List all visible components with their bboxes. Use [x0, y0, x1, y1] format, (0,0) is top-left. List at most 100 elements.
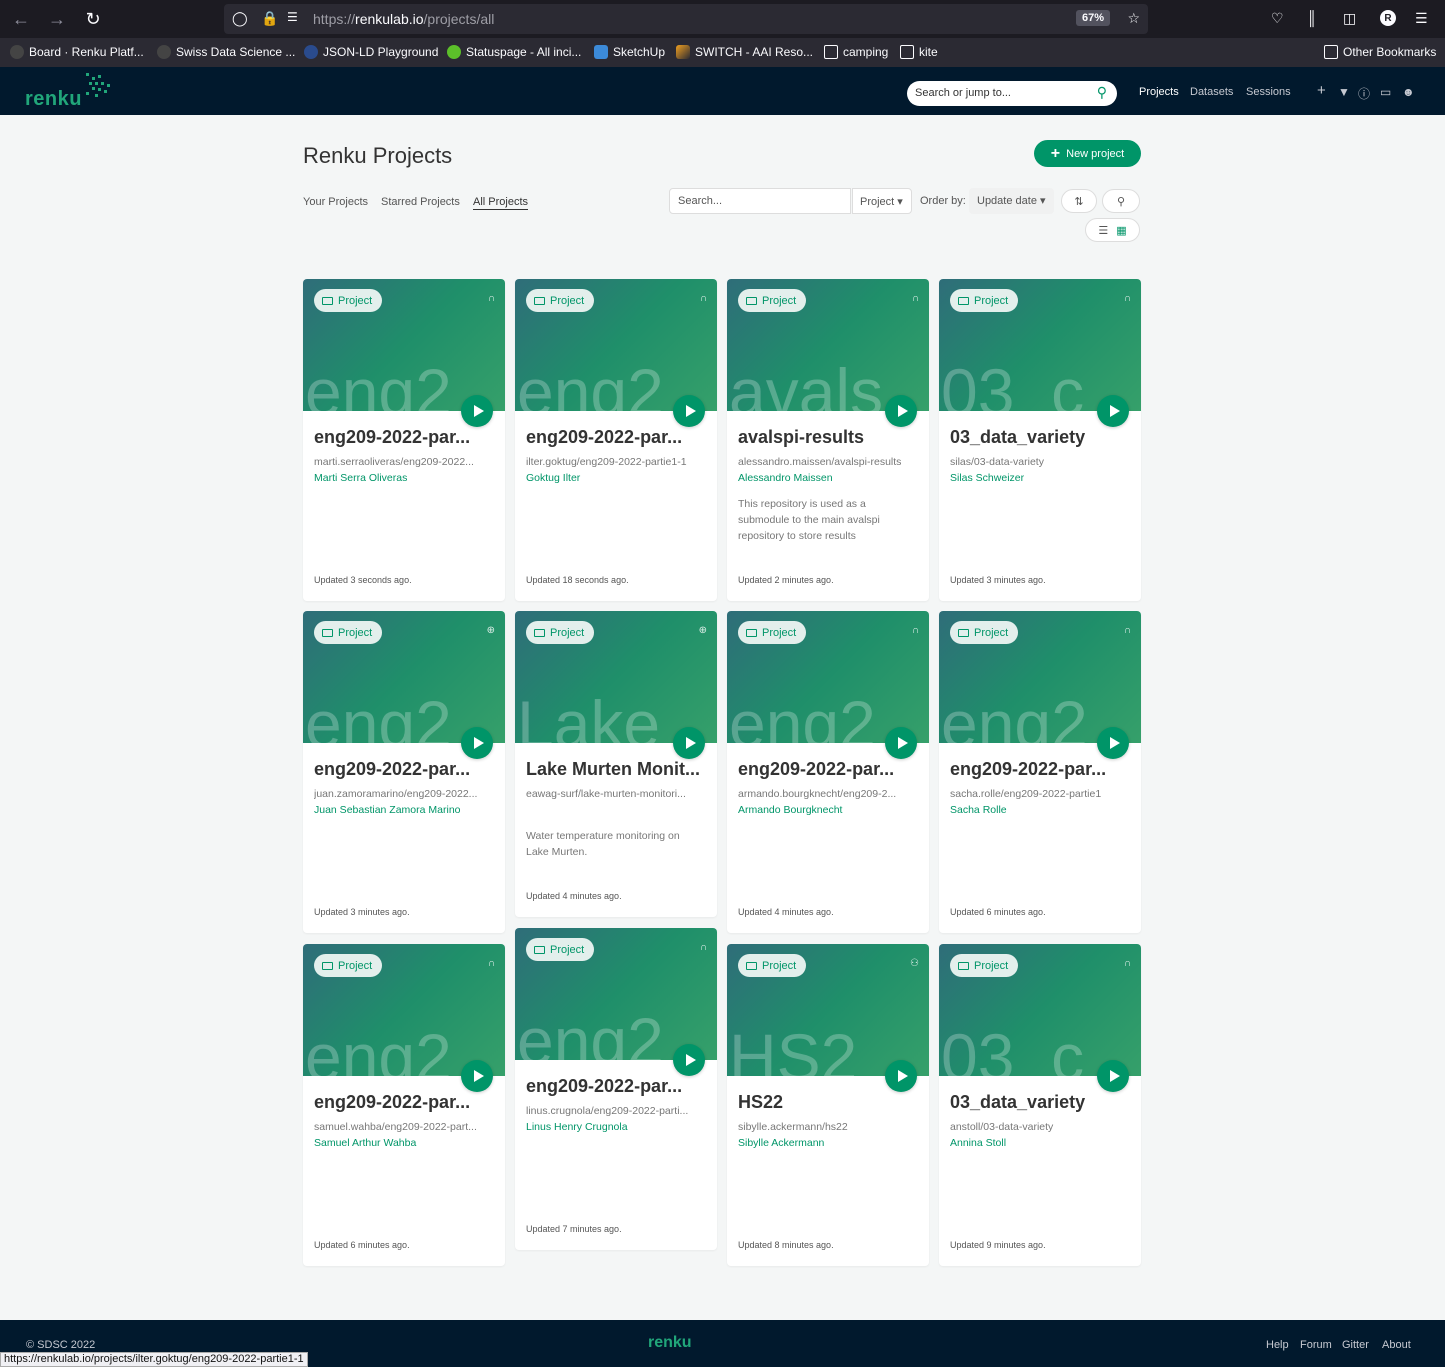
- project-card[interactable]: HS2 Project ⚇ HS22 sibylle.ackermann/hs22 Sib…: [727, 944, 929, 1266]
- sidebar-icon[interactable]: ◫: [1343, 10, 1356, 27]
- project-card[interactable]: eng2 Project ∩ eng209-2022-par... ilter.gokt…: [515, 279, 717, 601]
- reload-icon[interactable]: ↻: [82, 8, 104, 30]
- project-title[interactable]: eng209-2022-par...: [314, 427, 494, 448]
- start-session-button[interactable]: [1097, 395, 1129, 427]
- project-title[interactable]: Lake Murten Monit...: [526, 759, 706, 780]
- bookmark-item[interactable]: Board · Renku Platf...: [10, 45, 144, 59]
- tab-all-projects[interactable]: All Projects: [473, 196, 529, 210]
- grid-view-icon[interactable]: ▦: [1116, 224, 1126, 237]
- header-search-input[interactable]: Search or jump to... ⚲: [907, 81, 1117, 106]
- project-card[interactable]: eng2 Project ∩ eng209-2022-par... armando.bo…: [727, 611, 929, 933]
- start-session-button[interactable]: [673, 727, 705, 759]
- footer-link-forum[interactable]: Forum: [1300, 1339, 1332, 1351]
- bookmark-star-icon[interactable]: ☆: [1127, 10, 1140, 27]
- start-session-button[interactable]: [461, 1060, 493, 1092]
- project-owner[interactable]: Samuel Arthur Wahba: [314, 1137, 416, 1149]
- new-project-button[interactable]: + New project: [1034, 140, 1141, 167]
- list-view-icon[interactable]: ☰: [1098, 224, 1108, 237]
- start-session-button[interactable]: [461, 395, 493, 427]
- project-owner[interactable]: Goktug Ilter: [526, 472, 580, 484]
- project-card[interactable]: eng2 Project ∩ eng209-2022-par... sacha.roll…: [939, 611, 1141, 933]
- project-title[interactable]: eng209-2022-par...: [738, 759, 918, 780]
- project-title[interactable]: eng209-2022-par...: [526, 1076, 706, 1097]
- bookmark-item[interactable]: JSON-LD Playground: [304, 45, 438, 59]
- hamburger-menu-icon[interactable]: ☰: [1415, 10, 1428, 27]
- account-avatar[interactable]: R: [1380, 10, 1396, 26]
- search-icon[interactable]: ⚲: [1097, 84, 1107, 101]
- nav-datasets[interactable]: Datasets: [1190, 86, 1233, 98]
- project-title[interactable]: HS22: [738, 1092, 918, 1113]
- tab-starred-projects[interactable]: Starred Projects: [381, 196, 460, 208]
- project-search-input[interactable]: Search...: [669, 188, 851, 214]
- bookmark-item[interactable]: SketchUp: [594, 45, 665, 59]
- start-session-button[interactable]: [1097, 727, 1129, 759]
- bookmark-item[interactable]: Swiss Data Science ...: [157, 45, 295, 59]
- project-title[interactable]: eng209-2022-par...: [314, 1092, 494, 1113]
- start-session-button[interactable]: [1097, 1060, 1129, 1092]
- start-session-button[interactable]: [461, 727, 493, 759]
- other-bookmarks[interactable]: Other Bookmarks: [1324, 45, 1436, 59]
- bookmark-item[interactable]: kite: [900, 45, 938, 59]
- project-updated: Updated 7 minutes ago.: [526, 1224, 622, 1234]
- sort-direction-button[interactable]: ⇅: [1061, 189, 1097, 213]
- tab-your-projects[interactable]: Your Projects: [303, 196, 368, 208]
- renku-logo[interactable]: renku: [25, 73, 112, 111]
- start-session-button[interactable]: [885, 727, 917, 759]
- bookmark-item[interactable]: camping: [824, 45, 888, 59]
- start-session-button[interactable]: [885, 1060, 917, 1092]
- footer-link-help[interactable]: Help: [1266, 1339, 1289, 1351]
- gitlab-icon[interactable]: ▼: [1338, 85, 1350, 99]
- permissions-icon[interactable]: ☰: [287, 10, 298, 24]
- project-card[interactable]: eng2 Project ∩ eng209-2022-par... marti.serr…: [303, 279, 505, 601]
- back-arrow-icon[interactable]: ←: [10, 8, 32, 30]
- help-icon[interactable]: ⓘ: [1358, 85, 1370, 102]
- project-owner[interactable]: Sacha Rolle: [950, 804, 1007, 816]
- pocket-icon[interactable]: ♡: [1271, 10, 1284, 27]
- nav-sessions[interactable]: Sessions: [1246, 86, 1291, 98]
- search-in-dropdown[interactable]: Project ▾: [852, 188, 912, 214]
- project-card[interactable]: avals Project ∩ avalspi-results alessandro.m…: [727, 279, 929, 601]
- project-owner[interactable]: Marti Serra Oliveras: [314, 472, 407, 484]
- project-title[interactable]: eng209-2022-par...: [526, 427, 706, 448]
- project-owner[interactable]: Sibylle Ackermann: [738, 1137, 824, 1149]
- forward-arrow-icon[interactable]: →: [46, 8, 68, 30]
- footer-logo[interactable]: renku: [648, 1334, 692, 1352]
- start-session-button[interactable]: [673, 1044, 705, 1076]
- project-owner[interactable]: Linus Henry Crugnola: [526, 1121, 628, 1133]
- footer-link-about[interactable]: About: [1382, 1339, 1411, 1351]
- shield-icon[interactable]: ◯: [232, 10, 248, 27]
- project-card[interactable]: 03_c Project ∩ 03_data_variety silas/03-data…: [939, 279, 1141, 601]
- project-card[interactable]: 03_c Project ∩ 03_data_variety anstoll/03-da…: [939, 944, 1141, 1266]
- project-title[interactable]: avalspi-results: [738, 427, 918, 448]
- project-owner[interactable]: Juan Sebastian Zamora Marino: [314, 804, 461, 816]
- nav-projects[interactable]: Projects: [1139, 86, 1179, 98]
- url-text[interactable]: https://renkulab.io/projects/all: [313, 11, 494, 27]
- url-bar[interactable]: ◯ 🔒 ☰ https://renkulab.io/projects/all 6…: [224, 4, 1148, 34]
- order-by-dropdown[interactable]: Update date ▾: [969, 188, 1054, 214]
- project-title[interactable]: eng209-2022-par...: [314, 759, 494, 780]
- lock-icon[interactable]: 🔒: [261, 10, 278, 27]
- project-title[interactable]: eng209-2022-par...: [950, 759, 1130, 780]
- start-session-button[interactable]: [673, 395, 705, 427]
- inbox-icon[interactable]: ▭: [1380, 85, 1391, 99]
- project-owner[interactable]: Alessandro Maissen: [738, 472, 833, 484]
- start-session-button[interactable]: [885, 395, 917, 427]
- project-owner[interactable]: Silas Schweizer: [950, 472, 1024, 484]
- user-icon[interactable]: ☻: [1402, 85, 1415, 99]
- library-icon[interactable]: ║: [1307, 10, 1317, 26]
- project-card[interactable]: eng2 Project ⊕ eng209-2022-par... juan.zamor…: [303, 611, 505, 933]
- bookmark-item[interactable]: Statuspage - All inci...: [447, 45, 581, 59]
- project-card[interactable]: eng2 Project ∩ eng209-2022-par... samuel.wah…: [303, 944, 505, 1266]
- project-title[interactable]: 03_data_variety: [950, 1092, 1130, 1113]
- footer-link-gitter[interactable]: Gitter: [1342, 1339, 1369, 1351]
- project-owner[interactable]: Annina Stoll: [950, 1137, 1006, 1149]
- badge-label: Project: [338, 626, 373, 639]
- zoom-badge[interactable]: 67%: [1075, 10, 1110, 26]
- search-button[interactable]: ⚲: [1102, 189, 1140, 213]
- plus-icon[interactable]: +: [1317, 82, 1326, 99]
- project-card[interactable]: eng2 Project ∩ eng209-2022-par... linus.crug…: [515, 928, 717, 1250]
- project-card[interactable]: Lake Project ⊕ Lake Murten Monit... eawag-su…: [515, 611, 717, 917]
- bookmark-item[interactable]: SWITCH - AAI Reso...: [676, 45, 813, 59]
- project-title[interactable]: 03_data_variety: [950, 427, 1130, 448]
- project-owner[interactable]: Armando Bourgknecht: [738, 804, 842, 816]
